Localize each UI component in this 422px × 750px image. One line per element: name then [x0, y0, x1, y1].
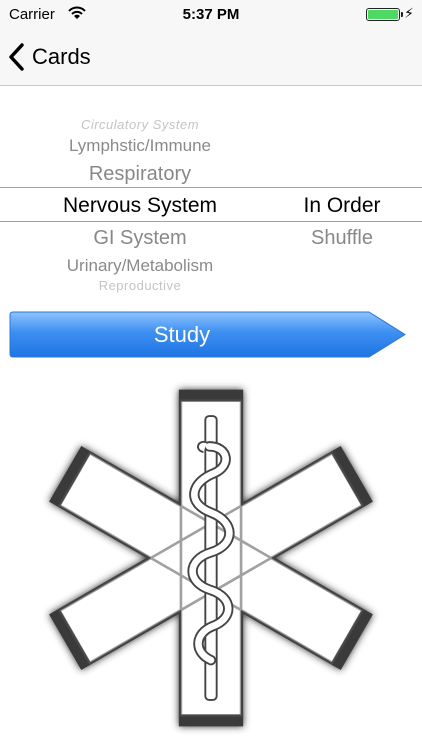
star-of-life-icon: [49, 389, 373, 727]
back-button-label: Cards: [32, 44, 91, 69]
navigation-bar: Cards: [0, 28, 422, 86]
picker-selection-bottom-line: [0, 221, 422, 222]
picker-row-shuffle[interactable]: Shuffle: [272, 227, 412, 250]
battery-icon: [366, 8, 400, 21]
picker-selection-top-line: [0, 187, 422, 188]
picker-row-reproductive[interactable]: Reproductive: [0, 278, 280, 293]
picker-row-urinary[interactable]: Urinary/Metabolism: [0, 256, 280, 276]
picker-row-gi-system[interactable]: GI System: [0, 227, 280, 250]
charging-bolt-icon: ⚡: [404, 5, 414, 21]
category-picker[interactable]: Circulatory System Lymphstic/Immune Resp…: [0, 112, 422, 294]
chevron-left-icon: [9, 43, 24, 71]
battery-tip: [401, 12, 403, 17]
picker-row-circulatory[interactable]: Circulatory System: [0, 117, 280, 132]
picker-row-respiratory[interactable]: Respiratory: [0, 163, 280, 186]
study-button-label: Study: [153, 322, 211, 347]
picker-row-selected-category[interactable]: Nervous System: [0, 194, 280, 218]
picker-row-in-order[interactable]: In Order: [272, 194, 412, 218]
study-button[interactable]: Study: [9, 311, 406, 358]
picker-row-lymphatic[interactable]: Lymphstic/Immune: [0, 136, 280, 156]
back-button[interactable]: Cards: [8, 38, 91, 76]
clock: 5:37 PM: [182, 6, 240, 23]
status-bar: Carrier 5:37 PM ⚡: [0, 0, 422, 28]
